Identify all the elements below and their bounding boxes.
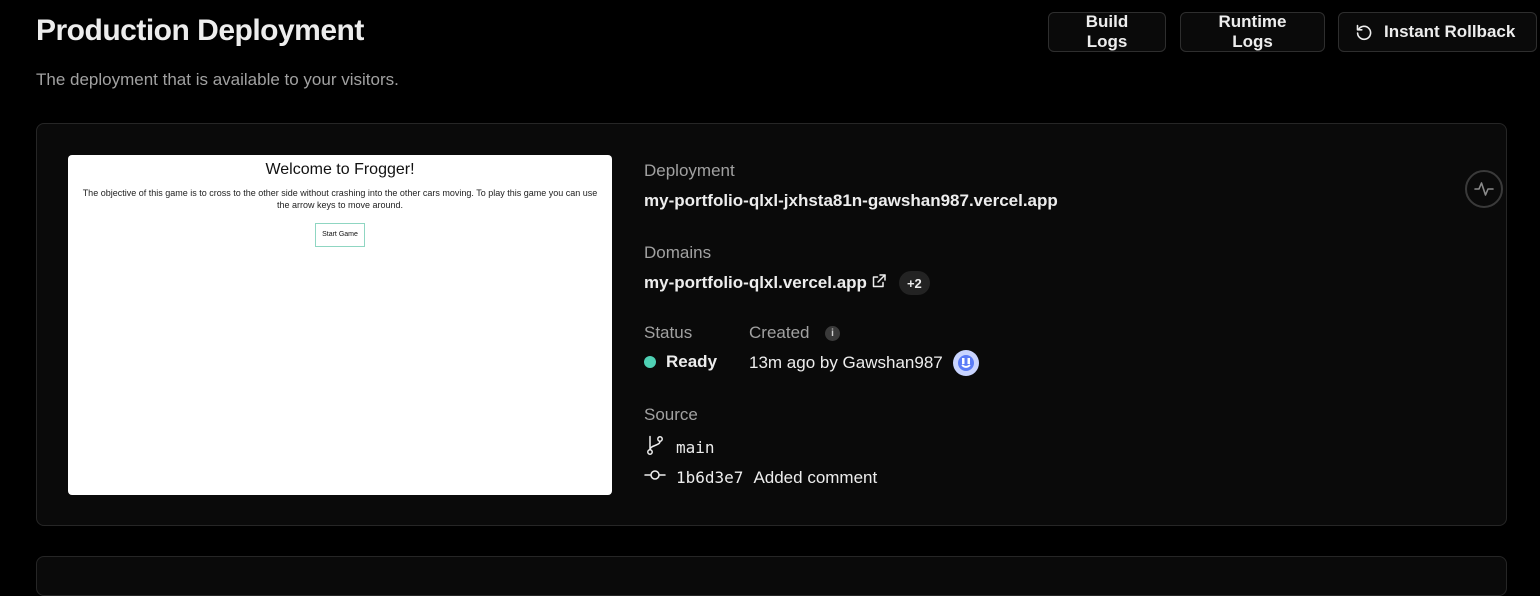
runtime-logs-button[interactable]: Runtime Logs xyxy=(1180,12,1325,52)
deployment-preview[interactable]: Welcome to Frogger! The objective of thi… xyxy=(68,155,612,495)
branch-row: main xyxy=(644,434,715,461)
created-label: Created xyxy=(749,323,810,342)
avatar[interactable] xyxy=(952,350,979,376)
activity-icon[interactable] xyxy=(1465,170,1503,208)
build-logs-button[interactable]: Build Logs xyxy=(1048,12,1166,52)
domains-more-badge[interactable]: +2 xyxy=(898,271,930,295)
git-commit-icon xyxy=(644,464,666,491)
status-label: Status xyxy=(644,323,693,342)
preview-text: The objective of this game is to cross t… xyxy=(82,188,598,210)
created-value: 13m ago by Gawshan987 xyxy=(749,353,943,372)
source-label: Source xyxy=(644,405,698,424)
next-card xyxy=(36,556,1507,596)
domains-label: Domains xyxy=(644,243,712,262)
preview-start-button: Start Game xyxy=(315,223,365,247)
instant-rollback-label: Instant Rollback xyxy=(1384,22,1516,41)
instant-rollback-button[interactable]: Instant Rollback xyxy=(1338,12,1537,52)
created-row: 13m ago by Gawshan987 xyxy=(749,350,979,376)
deployment-url-link[interactable]: my-portfolio-qlxl-jxhsta81n-gawshan987.v… xyxy=(644,191,1058,211)
info-icon[interactable]: i xyxy=(825,326,840,341)
branch-name[interactable]: main xyxy=(676,438,715,457)
domain-link[interactable]: my-portfolio-qlxl.vercel.app xyxy=(644,273,867,293)
status-dot-icon xyxy=(644,356,656,368)
status-row: Ready xyxy=(644,352,717,372)
deployment-label: Deployment xyxy=(644,161,735,180)
domains-row: my-portfolio-qlxl.vercel.app +2 xyxy=(644,271,930,295)
rollback-icon xyxy=(1354,22,1374,42)
external-link-icon[interactable] xyxy=(871,273,887,294)
git-branch-icon xyxy=(644,434,666,461)
page-subtitle: The deployment that is available to your… xyxy=(36,70,399,89)
preview-title: Welcome to Frogger! xyxy=(265,161,415,178)
commit-message: Added comment xyxy=(753,467,878,487)
page-title: Production Deployment xyxy=(36,14,364,47)
status-value: Ready xyxy=(666,352,718,371)
commit-row: 1b6d3e7 Added comment xyxy=(644,464,877,491)
production-deployment-card: Welcome to Frogger! The objective of thi… xyxy=(36,123,1507,526)
commit-hash[interactable]: 1b6d3e7 xyxy=(676,468,743,487)
